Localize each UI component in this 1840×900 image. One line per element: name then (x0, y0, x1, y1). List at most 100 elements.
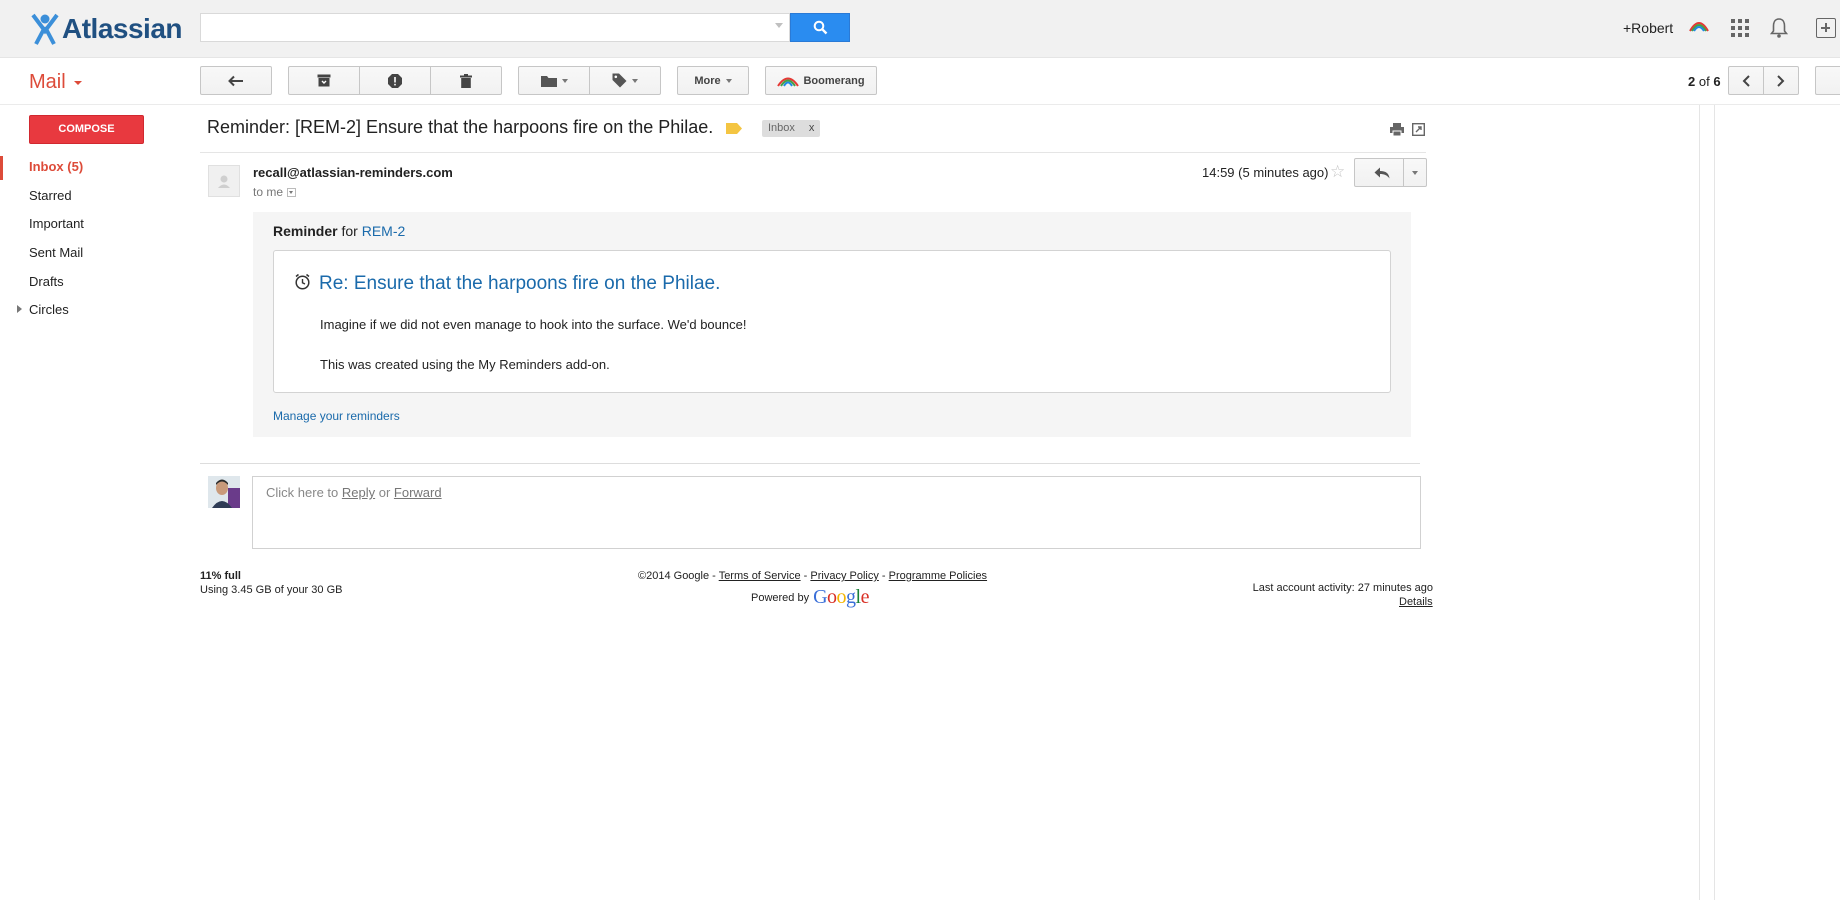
inbox-label-text: Inbox (768, 122, 795, 134)
user-name-link[interactable]: +Robert (1623, 20, 1673, 36)
add-box-icon[interactable] (1816, 18, 1836, 38)
settings-button[interactable] (1815, 66, 1840, 95)
legal-dash: - (878, 570, 889, 582)
message-subject: Reminder: [REM-2] Ensure that the harpoo… (207, 117, 714, 137)
header-divider (200, 152, 1426, 153)
search-button[interactable] (790, 13, 850, 42)
sidebar-item-inbox[interactable]: Inbox (5) (29, 159, 83, 174)
reply-prompt-or: or (375, 485, 394, 500)
pagination-count: 2 of 6 (1688, 74, 1721, 89)
mail-menu-caret-icon[interactable] (74, 81, 82, 85)
label-tag-icon[interactable] (726, 123, 742, 134)
more-button[interactable]: More (677, 66, 749, 95)
newer-button[interactable] (1728, 66, 1764, 95)
reply-prompt: Click here to Reply or Forward (266, 485, 442, 500)
legal-dash: - (800, 570, 811, 582)
delete-button[interactable] (430, 66, 502, 95)
google-logo: Google (813, 586, 869, 608)
sidebar-item-circles[interactable]: Circles (29, 302, 69, 317)
storage-usage: Using 3.45 GB of your 30 GB (200, 584, 343, 596)
reminder-heading: Reminder for REM-2 (273, 223, 405, 239)
reminder-body-text: Imagine if we did not even manage to hoo… (320, 317, 747, 332)
quick-reply-box[interactable]: Click here to Reply or Forward (252, 476, 1421, 549)
chevron-down-icon (1412, 170, 1418, 175)
reply-link[interactable]: Reply (342, 485, 375, 500)
forward-link[interactable]: Forward (394, 485, 442, 500)
right-panel-divider (1714, 105, 1715, 900)
bell-icon[interactable] (1770, 17, 1788, 39)
copyright-text: ©2014 Google - (638, 570, 719, 582)
tag-icon (612, 73, 627, 88)
sender-email[interactable]: recall@atlassian-reminders.com (253, 165, 453, 180)
back-arrow-icon (228, 75, 243, 86)
inbox-label-chip[interactable]: Inbox x (762, 120, 821, 137)
older-button[interactable] (1763, 66, 1799, 95)
back-button[interactable] (200, 66, 272, 95)
trash-icon (460, 73, 472, 88)
reply-icon (1374, 167, 1390, 178)
sidebar-item-drafts[interactable]: Drafts (29, 274, 64, 289)
right-panel-divider (1699, 105, 1700, 900)
message-timestamp: 14:59 (5 minutes ago) (1202, 165, 1329, 180)
boomerang-button[interactable]: Boomerang (765, 66, 877, 95)
reply-divider (200, 463, 1420, 464)
reminder-card: Re: Ensure that the harpoons fire on the… (273, 250, 1391, 393)
toolbar: Mail More Boomerang 2 of 6 (0, 58, 1840, 105)
activity-details-link[interactable]: Details (1399, 596, 1433, 608)
recipient-text: to me (253, 185, 284, 199)
compose-button[interactable]: COMPOSE (29, 115, 144, 144)
clock-icon (295, 273, 310, 290)
logo-text: Atlassian (62, 13, 183, 44)
atlassian-logo-icon (31, 13, 59, 45)
new-window-icon[interactable] (1412, 123, 1425, 136)
sidebar-item-starred[interactable]: Starred (29, 188, 72, 203)
report-spam-button[interactable] (359, 66, 431, 95)
page-of: of (1698, 74, 1710, 89)
chevron-left-icon (1742, 74, 1750, 87)
apps-grid-icon[interactable] (1731, 19, 1749, 37)
sender-avatar (208, 165, 240, 197)
manage-reminders-link[interactable]: Manage your reminders (273, 409, 400, 423)
privacy-link[interactable]: Privacy Policy (810, 570, 878, 582)
legal-links: ©2014 Google - Terms of Service - Privac… (638, 570, 987, 582)
star-icon[interactable]: ☆ (1330, 163, 1345, 180)
top-bar: Atlassian +Robert (0, 0, 1840, 58)
reply-button[interactable] (1354, 158, 1410, 187)
more-actions-button[interactable] (1403, 158, 1427, 187)
more-label: More (694, 74, 721, 87)
chevron-down-icon (632, 78, 638, 83)
expand-arrow-icon[interactable] (17, 305, 22, 313)
folder-icon (540, 75, 557, 87)
archive-icon (317, 74, 331, 87)
show-details-icon[interactable] (287, 188, 297, 198)
labels-button[interactable] (589, 66, 661, 95)
person-icon (218, 175, 230, 188)
atlassian-logo[interactable]: Atlassian (30, 12, 183, 46)
issue-link[interactable]: REM-2 (362, 223, 406, 239)
powered-by-text: Powered by (751, 591, 810, 604)
user-photo (208, 476, 240, 508)
chevron-down-icon (725, 78, 732, 83)
move-to-button[interactable] (518, 66, 590, 95)
reminder-title-link[interactable]: Re: Ensure that the harpoons fire on the… (319, 273, 720, 295)
boomerang-label: Boomerang (803, 74, 865, 87)
print-icon[interactable] (1390, 123, 1404, 136)
search-input[interactable] (200, 13, 790, 42)
boomerang-icon (777, 77, 800, 87)
terms-link[interactable]: Terms of Service (719, 570, 801, 582)
sidebar-item-sent-mail[interactable]: Sent Mail (29, 245, 83, 260)
active-nav-indicator (0, 156, 3, 180)
storage-percent: 11% full (200, 570, 241, 582)
page-total: 6 (1713, 74, 1721, 89)
boomerang-icon[interactable] (1688, 19, 1710, 33)
reply-prompt-prefix: Click here to (266, 485, 342, 500)
search-icon (813, 20, 827, 35)
search-options-icon[interactable] (775, 23, 783, 28)
mail-menu[interactable]: Mail (29, 71, 66, 94)
remove-label-button[interactable]: x (809, 122, 815, 134)
reminder-panel: Reminder for REM-2 Re: Ensure that the h… (253, 212, 1411, 437)
sidebar-item-important[interactable]: Important (29, 216, 84, 231)
powered-by: Powered by Google (751, 586, 870, 609)
archive-button[interactable] (288, 66, 360, 95)
programme-policies-link[interactable]: Programme Policies (889, 570, 987, 582)
